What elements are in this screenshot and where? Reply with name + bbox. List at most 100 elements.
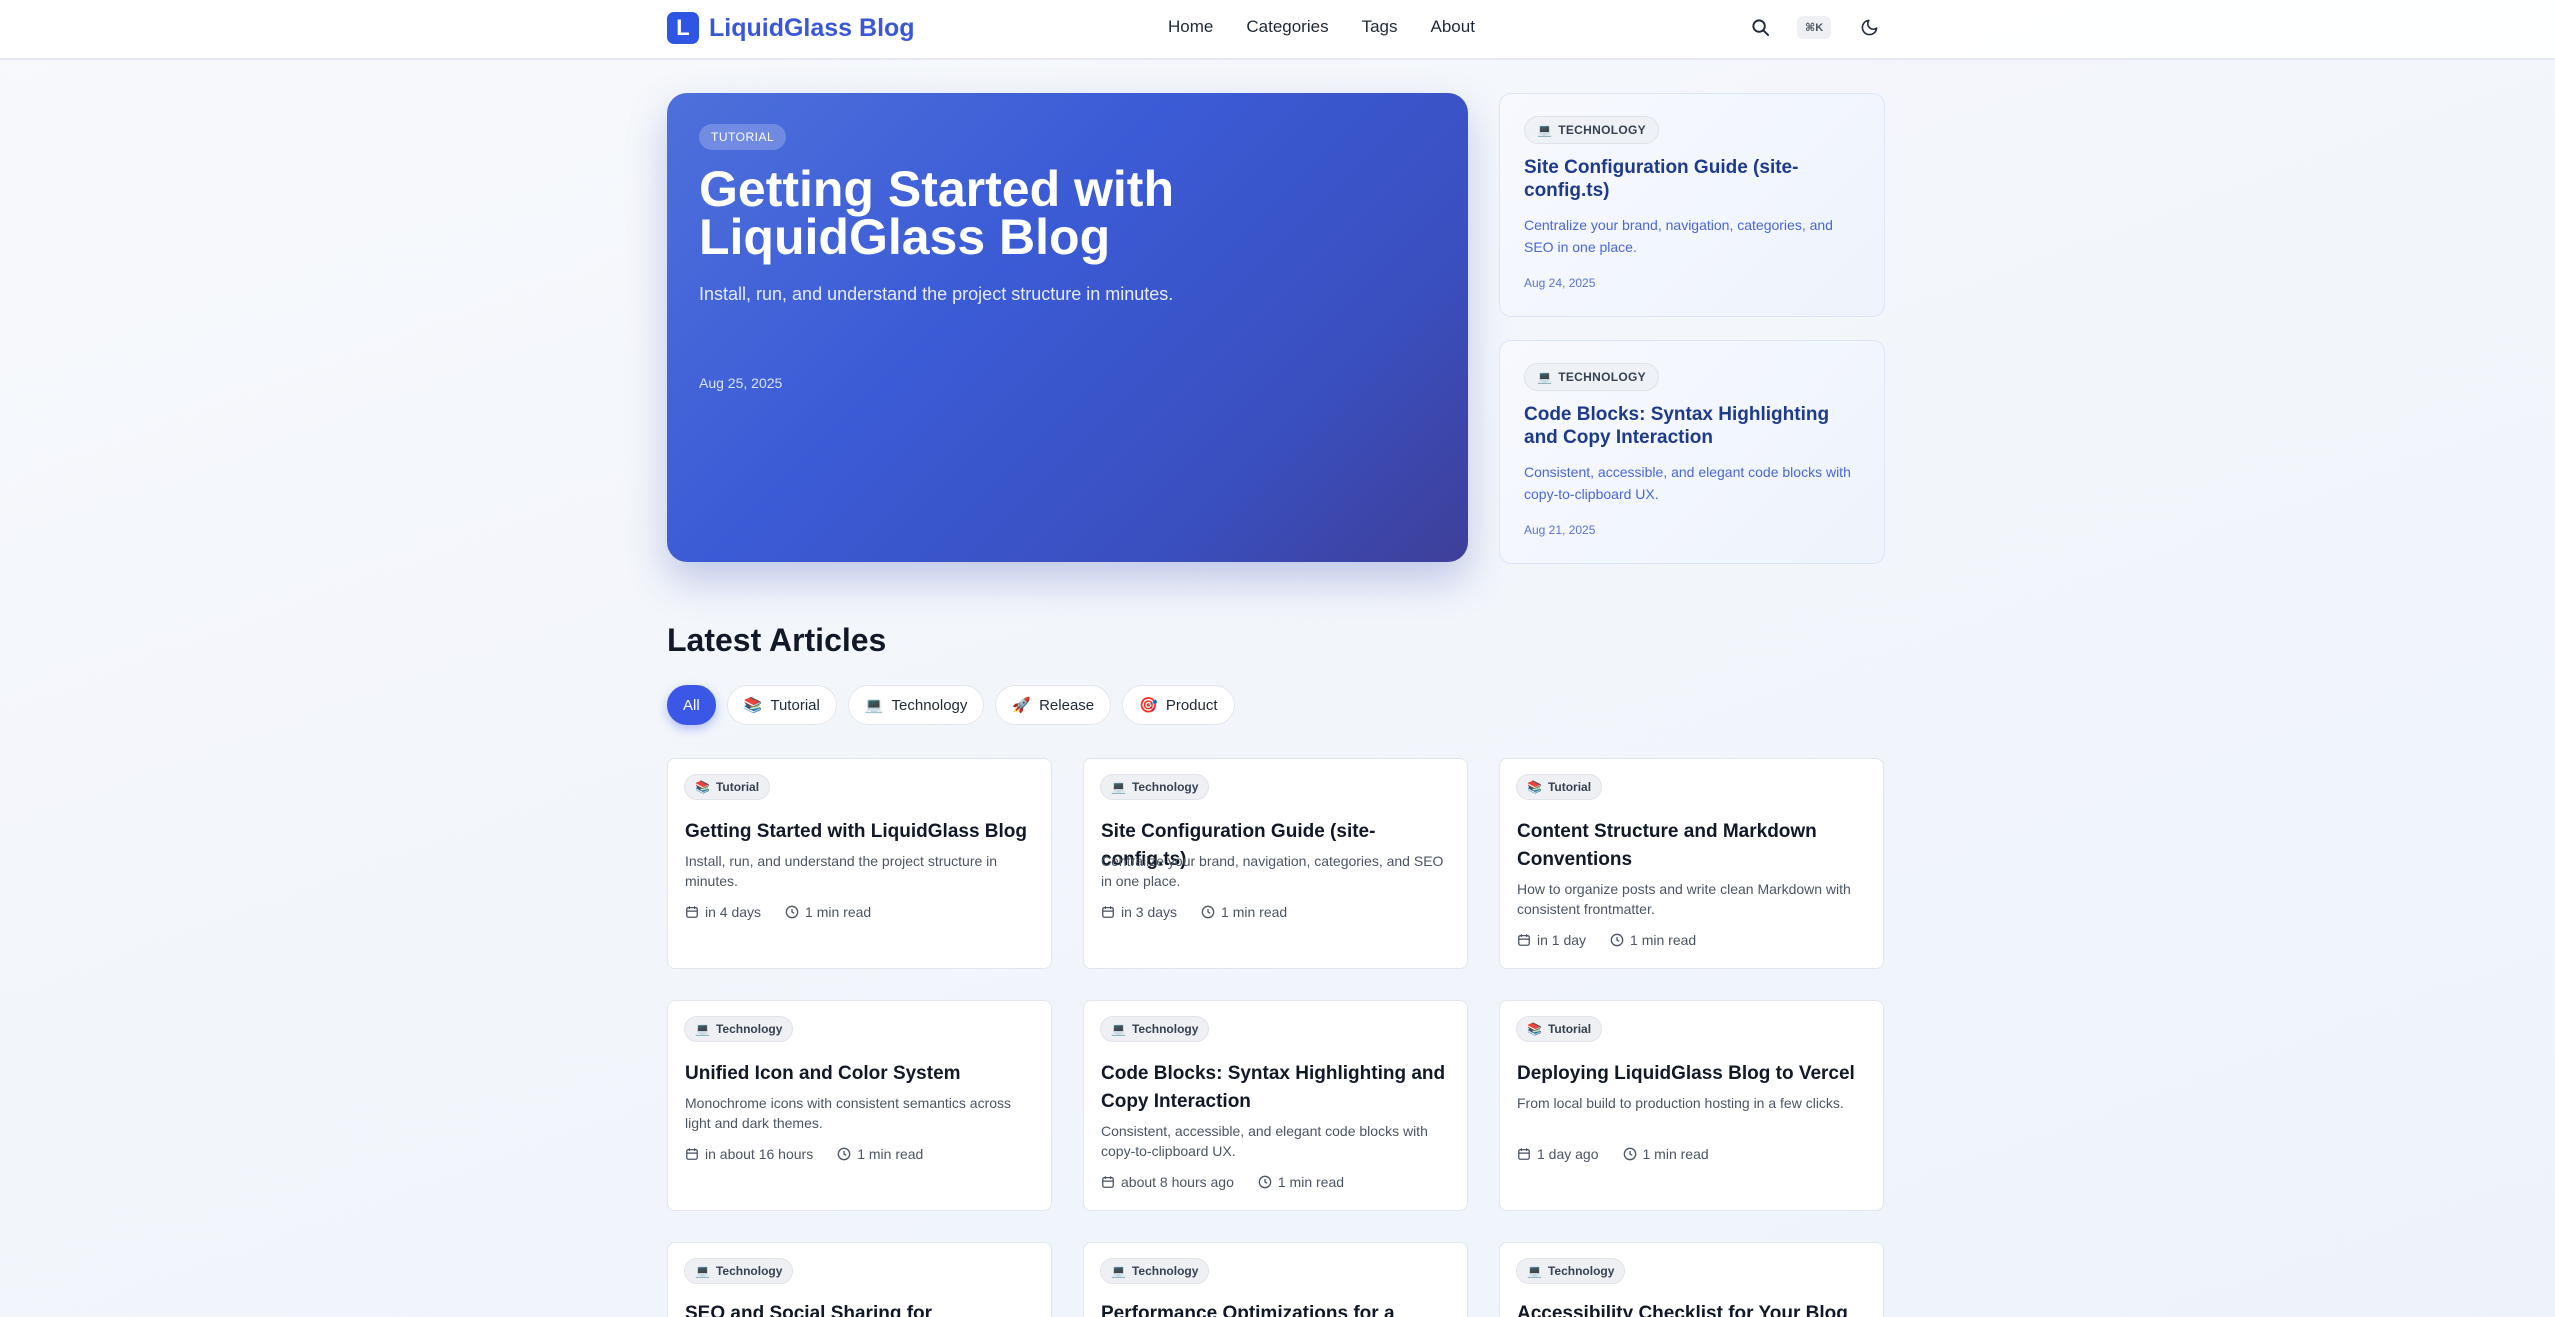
category-badge: 💻 Technology	[1100, 1016, 1210, 1042]
article-description: How to organize posts and write clean Ma…	[1517, 881, 1851, 917]
clock-icon	[837, 1147, 851, 1161]
article-meta: in 4 days 1 min read	[685, 904, 871, 920]
calendar-icon	[686, 906, 698, 918]
nav-home[interactable]: Home	[1168, 17, 1213, 37]
article-description: Install, run, and understand the project…	[685, 853, 998, 889]
filter-label: All	[683, 696, 700, 714]
article-card[interactable]: 💻 Technology Performance Optimizations fo…	[1083, 1242, 1468, 1317]
article-read-time: 1 min read	[1630, 932, 1697, 948]
laptop-icon: 💻	[864, 697, 884, 714]
article-read-time: 1 min read	[1642, 1146, 1709, 1162]
category-badge-label: Technology	[1131, 780, 1199, 794]
featured-card[interactable]: 💻 TECHNOLOGY Code Blocks: Syntax Highlig…	[1499, 340, 1885, 564]
featured-description: Consistent, accessible, and elegant code…	[1524, 464, 1851, 502]
article-card[interactable]: 💻 Technology Site Configuration Guide (si…	[1083, 758, 1468, 969]
target-icon: 🎯	[1139, 697, 1158, 714]
featured-date: Aug 21, 2025	[1524, 523, 1596, 537]
clock-icon	[1201, 905, 1215, 919]
article-card[interactable]: 💻 Technology Unified Icon and Color Syste…	[667, 1000, 1052, 1211]
filter-release[interactable]: 🚀 Release	[995, 685, 1112, 725]
laptop-icon: 💻	[1111, 1022, 1126, 1036]
category-badge: 💻 Technology	[684, 1258, 794, 1284]
article-title: Deploying LiquidGlass Blog to Vercel	[1517, 1063, 1855, 1084]
article-description: From local build to production hosting i…	[1517, 1095, 1844, 1111]
article-title: Accessibility Checklist for Your Blog	[1517, 1303, 1848, 1317]
article-read-time: 1 min read	[805, 904, 872, 920]
search-shortcut-badge[interactable]: ⌘K	[1797, 15, 1832, 39]
article-title: Code Blocks: Syntax Highlighting and Cop…	[1101, 1063, 1446, 1112]
books-icon: 📚	[1527, 780, 1542, 794]
main-nav: Home Categories Tags About	[1168, 17, 1475, 37]
featured-card[interactable]: 💻 TECHNOLOGY Site Configuration Guide (s…	[1499, 93, 1885, 317]
site-logo[interactable]: L LiquidGlass Blog	[667, 12, 915, 44]
category-badge: 💻 Technology	[1100, 774, 1210, 800]
category-badge-label: Tutorial	[715, 780, 760, 794]
article-read-time: 1 min read	[1221, 904, 1288, 920]
article-card[interactable]: 📚 Tutorial Content Structure and Markdown…	[1499, 758, 1884, 969]
books-icon: 📚	[1527, 1022, 1542, 1036]
nav-categories[interactable]: Categories	[1246, 17, 1328, 37]
featured-date: Aug 24, 2025	[1524, 276, 1596, 290]
article-meta: in about 16 hours 1 min read	[685, 1146, 923, 1162]
category-badge-label: TECHNOLOGY	[1558, 370, 1646, 384]
rocket-icon: 🚀	[1012, 697, 1032, 714]
article-card[interactable]: 💻 Technology SEO and Social Sharing for L…	[667, 1242, 1052, 1317]
nav-tags[interactable]: Tags	[1362, 17, 1398, 37]
category-badge-label: Technology	[1131, 1264, 1199, 1278]
books-icon: 📚	[695, 780, 710, 794]
article-meta: in 3 days 1 min read	[1101, 904, 1287, 920]
clock-icon	[1258, 1175, 1272, 1189]
filter-label: Technology	[891, 696, 968, 714]
laptop-icon: 💻	[1111, 1264, 1126, 1278]
article-meta: in 1 day 1 min read	[1517, 932, 1696, 948]
featured-title: Site Configuration Guide (site-config.ts…	[1524, 157, 1799, 201]
logo-mark: L	[667, 12, 699, 44]
article-time: in 4 days	[705, 904, 762, 920]
logo-text: LiquidGlass Blog	[709, 13, 915, 42]
article-meta: 1 day ago 1 min read	[1517, 1146, 1709, 1162]
filter-label: Tutorial	[770, 696, 820, 714]
calendar-icon	[1518, 934, 1530, 946]
laptop-icon: 💻	[1111, 780, 1126, 794]
category-badge: 📚 Tutorial	[684, 774, 771, 800]
hero-title: Getting Started with LiquidGlass Blog	[699, 161, 1174, 265]
theme-toggle-button[interactable]	[1857, 15, 1881, 39]
calendar-icon	[686, 1148, 698, 1160]
filter-tutorial[interactable]: 📚 Tutorial	[726, 685, 837, 725]
hero-date: Aug 25, 2025	[699, 375, 783, 391]
hero-subtitle: Install, run, and understand the project…	[699, 284, 1174, 304]
category-badge-label: Technology	[715, 1264, 783, 1278]
category-badge: 💻 Technology	[1100, 1258, 1210, 1284]
laptop-icon: 💻	[1527, 1264, 1542, 1278]
filter-all[interactable]: All	[667, 685, 716, 725]
category-badge: 💻 TECHNOLOGY	[1524, 363, 1659, 391]
nav-about[interactable]: About	[1431, 17, 1475, 37]
category-badge: 📚 Tutorial	[1516, 774, 1603, 800]
article-time: in about 16 hours	[705, 1146, 814, 1162]
article-card[interactable]: 📚 Tutorial Deploying LiquidGlass Blog to …	[1499, 1000, 1884, 1211]
article-time: 1 day ago	[1537, 1146, 1599, 1162]
clock-icon	[785, 905, 799, 919]
filter-technology[interactable]: 💻 Technology	[847, 685, 985, 725]
hero-category-badge: TUTORIAL	[699, 124, 787, 150]
article-title: Unified Icon and Color System	[685, 1063, 961, 1084]
category-badge-label: TECHNOLOGY	[1558, 123, 1646, 137]
category-badge-label: Tutorial	[1547, 1022, 1592, 1036]
article-card[interactable]: 💻 Technology Accessibility Checklist for …	[1499, 1242, 1884, 1317]
article-time: about 8 hours ago	[1121, 1174, 1234, 1190]
hero-featured-post[interactable]: TUTORIAL Getting Started with LiquidGlas…	[667, 93, 1468, 562]
category-badge: 📚 Tutorial	[1516, 1016, 1603, 1042]
search-button[interactable]	[1748, 15, 1772, 39]
clock-icon	[1610, 933, 1624, 947]
clock-icon	[1623, 1147, 1636, 1161]
category-badge-label: Technology	[1131, 1022, 1199, 1036]
calendar-icon	[1518, 1148, 1530, 1160]
search-icon	[1751, 18, 1769, 36]
laptop-icon: 💻	[1537, 123, 1553, 137]
filter-product[interactable]: 🎯 Product	[1122, 685, 1235, 725]
article-card[interactable]: 📚 Tutorial Getting Started with LiquidGla…	[667, 758, 1052, 969]
top-navigation-bar: L LiquidGlass Blog Home Categories Tags …	[0, 0, 2555, 60]
article-read-time: 1 min read	[1277, 1174, 1345, 1190]
article-read-time: 1 min read	[857, 1146, 924, 1162]
article-card[interactable]: 💻 Technology Code Blocks: Syntax Highligh…	[1083, 1000, 1468, 1211]
